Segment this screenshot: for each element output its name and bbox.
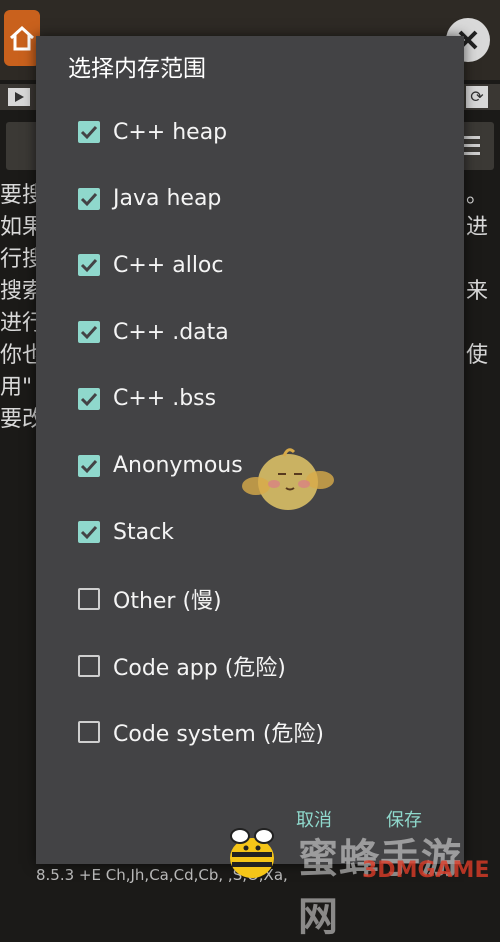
mascot-watermark-icon <box>242 448 334 510</box>
checkbox-unchecked[interactable] <box>78 654 100 677</box>
bee-logo-icon <box>230 828 274 878</box>
dialog-title: 选择内存范围 <box>68 56 206 82</box>
home-icon <box>9 25 35 51</box>
watermark-sub: 3DMGAME <box>362 858 490 883</box>
checkmark-icon <box>80 125 98 140</box>
option-label: C++ heap <box>113 119 228 145</box>
memory-range-option[interactable]: Java heap <box>78 179 438 219</box>
checkmark-icon <box>80 526 98 540</box>
option-label: Other (慢) <box>113 588 222 614</box>
checkmark-icon <box>80 459 98 473</box>
checkbox-checked[interactable] <box>78 387 100 410</box>
checkmark-icon <box>80 192 98 206</box>
memory-range-option[interactable]: Other (慢) <box>78 579 438 619</box>
home-button[interactable] <box>4 10 40 66</box>
option-label: C++ .bss <box>113 386 217 412</box>
watermark-text: 蜜蜂手游网 <box>298 836 462 940</box>
checkbox-checked[interactable] <box>78 321 100 344</box>
memory-range-option[interactable]: Code app (危险) <box>78 646 438 686</box>
memory-range-dialog: 选择内存范围 C++ heap Java heap C++ alloc C++ .da… <box>36 36 464 864</box>
checkbox-unchecked[interactable] <box>78 587 100 610</box>
checkmark-icon <box>80 392 98 406</box>
checkbox-checked[interactable] <box>78 187 100 210</box>
option-label: Java heap <box>113 186 222 212</box>
checkbox-checked[interactable] <box>78 521 100 544</box>
refresh-icon[interactable]: ⟳ <box>466 86 488 108</box>
memory-range-option[interactable]: C++ heap <box>78 112 438 152</box>
option-label: C++ .data <box>113 319 229 345</box>
option-label: C++ alloc <box>113 252 224 278</box>
memory-range-option[interactable]: C++ .bss <box>78 379 438 419</box>
checkmark-icon <box>80 326 98 340</box>
memory-range-option[interactable]: C++ alloc <box>78 245 438 285</box>
checkbox-checked[interactable] <box>78 121 100 143</box>
memory-range-option[interactable]: C++ .data <box>78 312 438 352</box>
option-label: Code app (危险) <box>113 655 286 681</box>
background-text-left: 要搜 如果 行搜 搜索 进行 你也 用" 要改 <box>0 183 40 432</box>
checkbox-unchecked[interactable] <box>78 721 100 744</box>
checkbox-checked[interactable] <box>78 254 100 277</box>
checkbox-checked[interactable] <box>78 454 100 477</box>
play-icon[interactable] <box>8 88 30 106</box>
background-text-right: 。 进 来 使 <box>466 183 489 368</box>
memory-range-option[interactable]: Code system (危险) <box>78 712 438 752</box>
option-label: Code system (危险) <box>113 722 325 748</box>
option-label: Stack <box>113 519 174 545</box>
option-label: Anonymous <box>113 453 243 478</box>
checkmark-icon <box>80 259 98 273</box>
